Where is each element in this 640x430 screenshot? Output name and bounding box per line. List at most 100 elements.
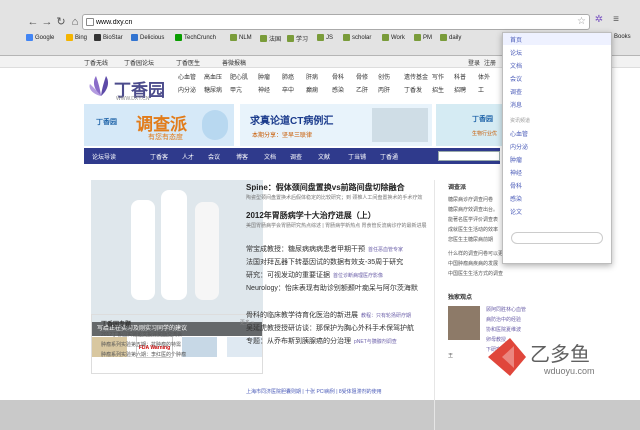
home-icon[interactable]: ⌂ (68, 15, 82, 29)
dropdown-item[interactable]: 首页 (510, 35, 522, 44)
nav-talent[interactable]: 人才 (182, 152, 194, 161)
category-link[interactable]: 感染 (332, 85, 344, 94)
category-link[interactable]: 高血压 (204, 72, 222, 81)
forward-arrow-icon[interactable]: → (40, 15, 54, 29)
topic-item[interactable]: 肿瘤系列实验第六期：李红医的个肿瘤 (101, 351, 186, 358)
headline-1-sub[interactable]: 陶瓷型颈间盘置换术后假体稳定的比较研究；到 颈椎人工间盘置换术的手术疗效 (246, 194, 422, 201)
nav-guide[interactable]: 论坛导读 (92, 152, 116, 161)
category-link[interactable]: 心血管 (178, 72, 196, 81)
news-item[interactable]: Neurology：怡床表现有助诊别额颞叶痴呆与阿尔茨海默 (246, 283, 418, 293)
banner-ct[interactable]: 求真论道CT病例汇 本期分享：坚早三联律 (240, 104, 432, 146)
dropdown-item[interactable]: 心血管 (510, 129, 528, 138)
news-item[interactable]: 常宝成教授：糖尿病病病患者甲期干预 首任恶血管专家 (246, 244, 403, 254)
category-link[interactable]: 肺癌 (282, 72, 294, 81)
category-link[interactable]: 内分泌 (178, 85, 196, 94)
dropdown-item[interactable]: 论坛 (510, 48, 522, 57)
category-link[interactable]: 神经 (258, 85, 270, 94)
dropdown-item[interactable]: 文档 (510, 61, 522, 70)
bookmark-work[interactable]: Work (382, 34, 405, 41)
bookmark-books[interactable]: Books (614, 34, 631, 40)
bookmark-folder-fr[interactable]: 法国 (260, 34, 281, 43)
topbar-link-forum[interactable]: 丁香园论坛 (124, 58, 154, 67)
back-arrow-icon[interactable]: ← (26, 15, 40, 29)
bookmark-scholar[interactable]: scholar (343, 34, 371, 41)
category-link[interactable]: 体外 (478, 72, 490, 81)
viewpoint-line[interactable]: 病防治中的经验 (486, 316, 521, 323)
menu-icon[interactable]: ≡ (609, 14, 623, 28)
register-link[interactable]: 注册 (484, 58, 496, 67)
news-item[interactable]: 吴延虎教授授研访谈：那保护为胸心外科手术保驾护航 (246, 323, 414, 333)
category-link[interactable]: 骨修 (356, 72, 368, 81)
dropdown-item[interactable]: 骨科 (510, 181, 522, 190)
dropdown-item[interactable]: 神经 (510, 168, 522, 177)
nav-dxyer[interactable]: 丁香客 (150, 152, 168, 161)
nav-literature[interactable]: 文献 (318, 152, 330, 161)
category-link[interactable]: 肥心肌 (230, 72, 248, 81)
extension-icon[interactable]: ✲ (592, 14, 606, 28)
survey-line[interactable]: 糖尿病疗效调查出台。 (448, 206, 498, 213)
expert-photo[interactable] (448, 306, 480, 340)
bookmark-pm[interactable]: PM (414, 34, 432, 41)
category-link[interactable]: 丁香发 (404, 85, 422, 94)
dropdown-item[interactable]: 肿瘤 (510, 155, 522, 164)
category-link[interactable]: 工 (478, 85, 484, 94)
login-link[interactable]: 登录 (468, 58, 480, 67)
survey-sub[interactable]: 糖尿病诊疗调查问卷 (448, 196, 493, 203)
category-link[interactable]: 遗传基金 (404, 72, 428, 81)
dropdown-item[interactable]: 调查 (510, 87, 522, 96)
nav-meeting[interactable]: 会议 (208, 152, 220, 161)
bookmark-google[interactable]: Google (26, 34, 54, 41)
news-item[interactable]: 骨科的临床教学待育化医治的新进展 教程：只有轮扬研疗期 (246, 310, 411, 320)
news-item-tag[interactable]: pNET与胰腺剂调查 (354, 339, 397, 345)
address-bar[interactable]: ☆ (82, 14, 590, 30)
category-link[interactable]: 招聘 (454, 85, 466, 94)
category-link[interactable]: 写作 (432, 72, 444, 81)
bookmark-biostar[interactable]: BioStar (94, 34, 123, 41)
news-item[interactable]: 研究：可视发动的重要证据 首位诊断病理医疗影像 (246, 270, 383, 280)
bookmark-folder-study[interactable]: 学习 (287, 34, 308, 43)
category-link[interactable]: 骨科 (332, 72, 344, 81)
dropdown-item[interactable]: 论文 (510, 207, 522, 216)
category-link[interactable]: 乙肝 (356, 85, 368, 94)
topic-item[interactable]: 2012丁香园实验论文投评奖励交流会 (101, 331, 182, 338)
category-link[interactable]: 科普 (454, 72, 466, 81)
category-link[interactable]: 糖尿病 (204, 85, 222, 94)
category-link[interactable]: 肿瘤 (258, 72, 270, 81)
nav-shop[interactable]: 丁当铺 (348, 152, 366, 161)
category-link[interactable]: 创伤 (378, 72, 390, 81)
nav-survey[interactable]: 调查 (290, 152, 302, 161)
category-link[interactable]: 招生 (432, 85, 444, 94)
viewpoint-line[interactable]: 顾阿同胜林心血管 (486, 306, 526, 313)
survey-line[interactable]: 能著名医学评价调查表 (448, 216, 498, 223)
news-footer[interactable]: 上海市同济医院胆囊则期 | 十张 PCI病例 | 8受体阻滞剂的使用 (246, 388, 382, 395)
survey-list-item[interactable]: 中国医生生活方式的调查 (448, 270, 503, 277)
headline-1[interactable]: Spine：假体颈间盘置换vs前路间盘切除融合 (246, 182, 405, 193)
nav-docs[interactable]: 文档 (264, 152, 276, 161)
category-link[interactable]: 甲亢 (230, 85, 242, 94)
nav-blog[interactable]: 博客 (236, 152, 248, 161)
topbar-link-news[interactable]: 善微报稿 (222, 58, 246, 67)
topbar-link-doctor[interactable]: 丁香医生 (176, 58, 200, 67)
category-link[interactable]: 丙肝 (378, 85, 390, 94)
category-link[interactable]: 肝病 (306, 72, 318, 81)
survey-list-item[interactable]: 中国肿瘤病疾病的发展 (448, 260, 498, 267)
bookmark-delicious[interactable]: Delicious (131, 34, 164, 41)
banner-survey[interactable]: 丁香园 调查派 有您有态度 (84, 104, 234, 146)
topbar-link-wireless[interactable]: 丁香无线 (84, 58, 108, 67)
bookmark-techcrunch[interactable]: TechCrunch (175, 34, 216, 41)
headline-2[interactable]: 2012年胃肠病学十大治疗进展（上） (246, 210, 376, 221)
news-item-tag[interactable]: 首任恶血管专家 (368, 247, 403, 253)
nav-dxytong[interactable]: 丁香通 (380, 152, 398, 161)
dropdown-item[interactable]: 消息 (510, 100, 522, 109)
survey-line[interactable]: 成就医生生活动的效率 (448, 226, 498, 233)
reload-icon[interactable]: ↻ (54, 15, 68, 29)
site-logo[interactable]: 丁香园 WWW.DXY.CN (86, 68, 178, 104)
dropdown-search-input[interactable] (511, 232, 603, 244)
bookmark-js[interactable]: JS (317, 34, 333, 41)
bookmark-daily[interactable]: daily (440, 34, 461, 41)
url-input[interactable] (96, 17, 566, 28)
viewpoint-more[interactable]: 王 (448, 352, 453, 359)
dropdown-item[interactable]: 会议 (510, 74, 522, 83)
news-item[interactable]: 法国对拜瓦器下转基因试的数据有效支-35周于研究 (246, 257, 403, 267)
news-item-tag[interactable]: 教程：只有轮扬研疗期 (361, 313, 411, 319)
